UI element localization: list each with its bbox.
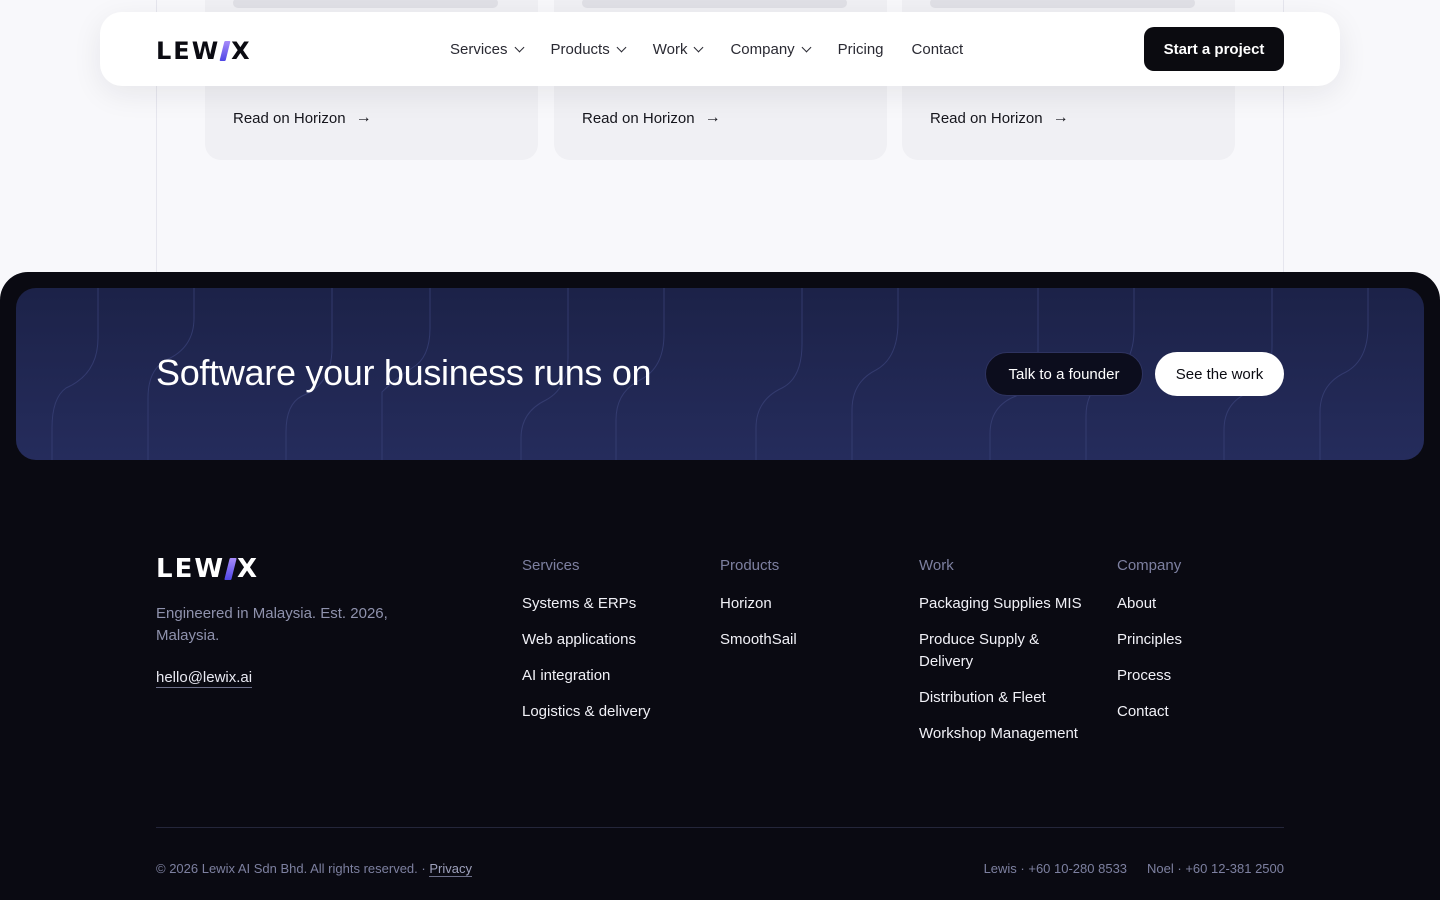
footer: Software your business runs on Talk to a…: [0, 272, 1440, 900]
chevron-down-icon: [694, 42, 704, 52]
footer-col-heading: Work: [919, 557, 954, 574]
footer-col-services: Services Systems & ERPs Web applications…: [522, 557, 692, 737]
nav-services-label: Services: [450, 40, 508, 58]
cta-banner: Software your business runs on Talk to a…: [16, 288, 1424, 460]
nav-work[interactable]: Work: [652, 40, 704, 58]
card-excerpt-faded: [233, 0, 498, 8]
nav-products[interactable]: Products: [550, 40, 627, 58]
read-on-horizon-link[interactable]: Read on Horizon →: [582, 109, 721, 127]
footer-link[interactable]: Produce Supply & Delivery: [919, 629, 1089, 673]
logo-i-mark: [219, 41, 231, 61]
footer-link[interactable]: Process: [1117, 665, 1287, 687]
footer-col-company: Company About Principles Process Contact: [1117, 557, 1287, 737]
footer-col-heading: Services: [522, 557, 580, 574]
read-link-label: Read on Horizon: [582, 109, 695, 127]
lewix-logo[interactable]: LEW X: [156, 37, 252, 65]
cta-title: Software your business runs on: [156, 352, 652, 393]
footer-link[interactable]: AI integration: [522, 665, 692, 687]
nav-work-label: Work: [652, 40, 688, 58]
footer-lewix-logo[interactable]: LEW X: [156, 554, 259, 584]
footer-email-link[interactable]: hello@lewix.ai: [156, 669, 253, 688]
chevron-down-icon: [616, 42, 627, 52]
footer-link[interactable]: SmoothSail: [720, 629, 890, 651]
nav-company[interactable]: Company: [730, 40, 812, 58]
nav-contact[interactable]: Contact: [912, 41, 964, 58]
copyright: © 2026 Lewix AI Sdn Bhd. All rights rese…: [156, 861, 472, 877]
read-link-label: Read on Horizon: [930, 109, 1043, 127]
footer-link[interactable]: Packaging Supplies MIS: [919, 593, 1089, 615]
chevron-down-icon: [801, 42, 812, 52]
footer-divider: [156, 827, 1284, 828]
footer-link[interactable]: Web applications: [522, 629, 692, 651]
nav-services[interactable]: Services: [450, 40, 524, 58]
nav-links: Services Products Work Company Pricing C…: [450, 12, 963, 86]
footer-link[interactable]: Logistics & delivery: [522, 701, 692, 723]
footer-col-heading: Products: [720, 557, 780, 574]
read-on-horizon-link[interactable]: Read on Horizon →: [930, 109, 1069, 127]
footer-link[interactable]: Systems & ERPs: [522, 593, 692, 615]
talk-to-founder-button[interactable]: Talk to a founder: [985, 352, 1143, 396]
see-the-work-button[interactable]: See the work: [1155, 352, 1284, 396]
nav-company-label: Company: [730, 40, 795, 58]
footer-link[interactable]: Distribution & Fleet: [919, 687, 1089, 709]
copyright-text: © 2026 Lewix AI Sdn Bhd. All rights rese…: [156, 861, 430, 876]
footer-col-heading: Company: [1117, 557, 1182, 574]
logo-i-mark: [224, 558, 237, 580]
start-project-button[interactable]: Start a project: [1144, 27, 1284, 71]
footer-link[interactable]: Workshop Management: [919, 723, 1089, 745]
footer-link[interactable]: Horizon: [720, 593, 890, 615]
card-excerpt-faded: [582, 0, 847, 8]
logo-text-lew: LEW: [156, 554, 226, 584]
nav-contact-label: Contact: [911, 40, 964, 58]
footer-contacts: Lewis · +60 10-280 8533 Noel · +60 12-38…: [984, 861, 1284, 876]
privacy-link[interactable]: Privacy: [429, 861, 472, 877]
footer-link[interactable]: About: [1117, 593, 1287, 615]
arrow-right-icon: →: [355, 109, 372, 126]
footer-link[interactable]: Contact: [1117, 701, 1287, 723]
nav-pricing-label: Pricing: [837, 40, 884, 58]
read-on-horizon-link[interactable]: Read on Horizon →: [233, 109, 372, 127]
nav-products-label: Products: [550, 40, 610, 58]
arrow-right-icon: →: [1052, 109, 1069, 126]
chevron-down-icon: [514, 42, 524, 52]
contact-noel[interactable]: Noel · +60 12-381 2500: [1147, 861, 1284, 876]
footer-col-work: Work Packaging Supplies MIS Produce Supp…: [919, 557, 1089, 759]
read-link-label: Read on Horizon: [233, 109, 346, 127]
footer-link[interactable]: Principles: [1117, 629, 1287, 651]
card-excerpt-faded: [930, 0, 1195, 8]
contact-lewis[interactable]: Lewis · +60 10-280 8533: [984, 861, 1127, 876]
top-navbar: LEW X Services Products Work Company Pric…: [100, 12, 1340, 86]
arrow-right-icon: →: [704, 109, 721, 126]
logo-text-x: X: [231, 37, 252, 65]
logo-text-lew: LEW: [156, 37, 221, 65]
nav-pricing[interactable]: Pricing: [838, 41, 884, 58]
logo-text-x: X: [237, 554, 260, 584]
footer-col-products: Products Horizon SmoothSail: [720, 557, 890, 665]
footer-tagline: Engineered in Malaysia. Est. 2026, Malay…: [156, 605, 388, 644]
